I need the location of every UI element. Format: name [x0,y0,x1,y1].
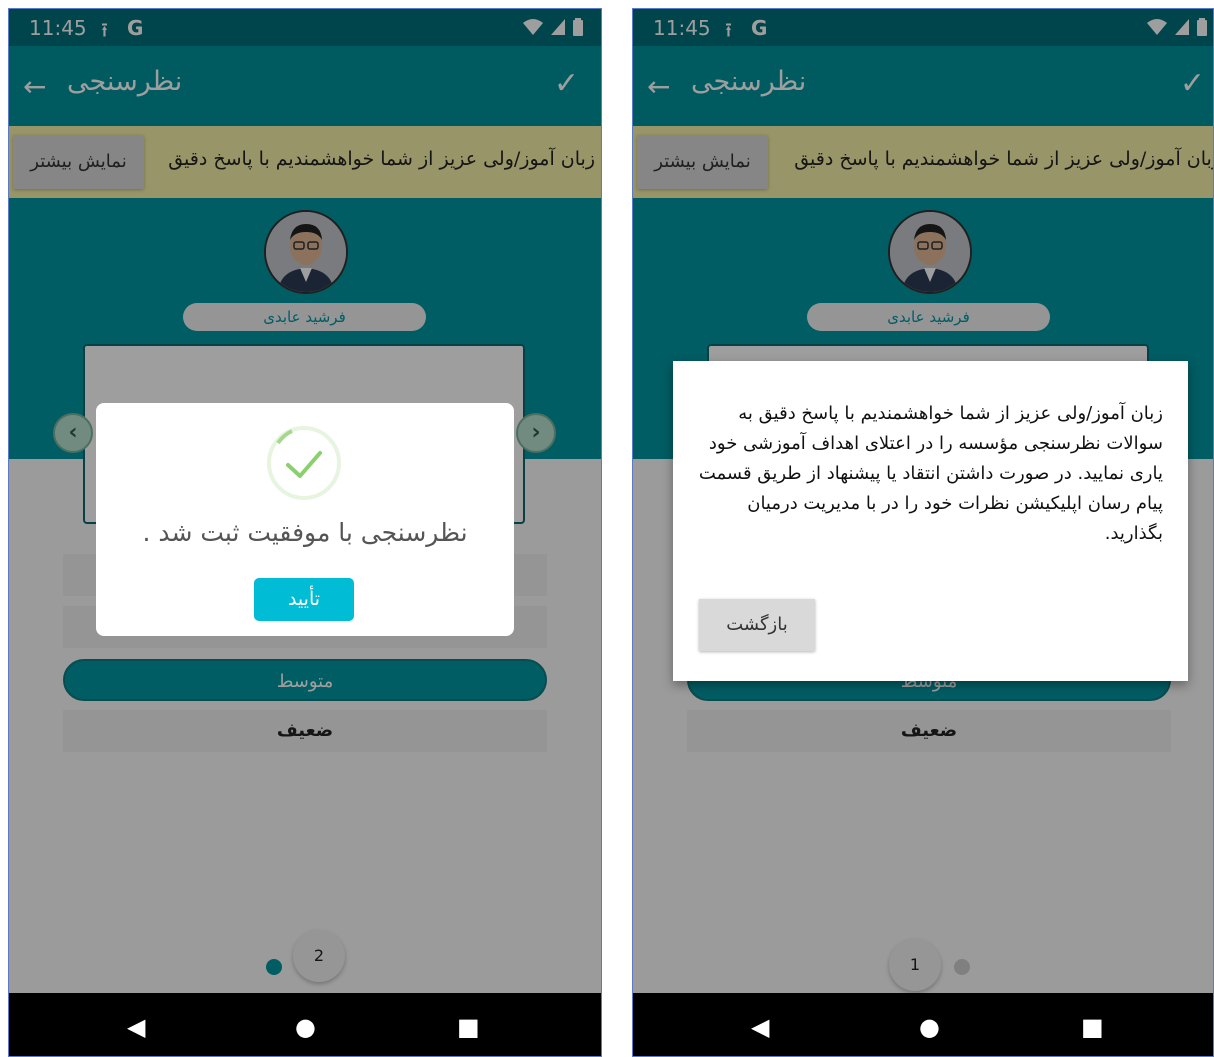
nav-recents-icon[interactable]: ■ [1081,1013,1104,1041]
dialog-message: زبان آموز/ولی عزیز از شما خواهشمندیم با … [698,403,1163,544]
phone-screen-left: 11:45 ⭱ G ← نظرسنجی ✓ زبان آموز/ولی عزیز… [8,8,602,1057]
nav-back-icon[interactable]: ◀ [127,1013,145,1041]
info-dialog: زبان آموز/ولی عزیز از شما خواهشمندیم با … [673,361,1188,681]
success-dialog: نظرسنجی با موفقیت ثبت شد . تأیید [96,403,514,636]
success-check-icon [267,426,341,500]
success-message: نظرسنجی با موفقیت ثبت شد . [142,518,468,547]
nav-recents-icon[interactable]: ■ [457,1013,480,1041]
phone-screen-right: 11:45 ⭱ G ← نظرسنجی ✓ زبان آموز/ولی عزیز… [632,8,1214,1057]
nav-back-icon[interactable]: ◀ [751,1013,769,1041]
return-button[interactable]: بازگشت [699,599,815,651]
system-nav-bar: ◀ ● ■ [9,993,601,1056]
system-nav-bar: ◀ ● ■ [633,993,1213,1056]
nav-home-icon[interactable]: ● [919,1013,940,1041]
nav-home-icon[interactable]: ● [295,1013,316,1041]
confirm-button[interactable]: تأیید [254,578,354,621]
